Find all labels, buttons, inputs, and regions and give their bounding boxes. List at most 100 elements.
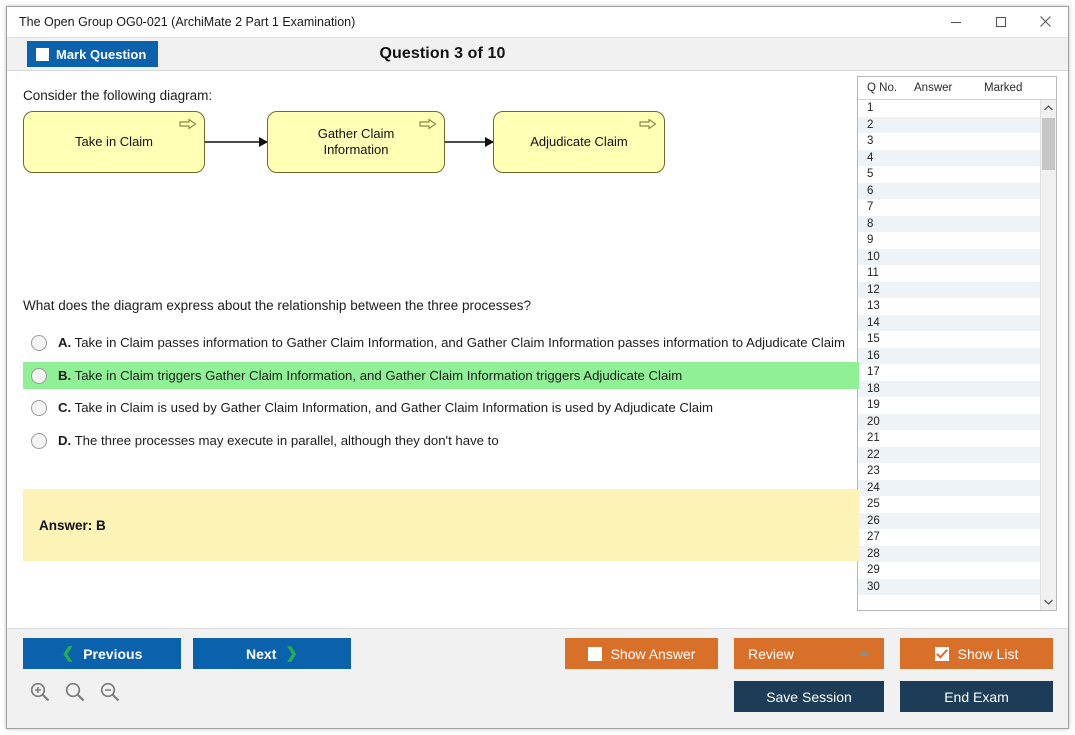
option-letter-c: C. — [58, 400, 72, 416]
option-row-c[interactable]: C. Take in Claim is used by Gather Claim… — [23, 394, 859, 422]
radio-icon-c[interactable] — [31, 400, 47, 417]
question-list-row[interactable]: 24 — [858, 479, 1040, 496]
row-question-number: 16 — [867, 349, 880, 362]
maximize-icon[interactable] — [978, 7, 1023, 36]
scroll-down-icon[interactable] — [1041, 594, 1056, 610]
question-list-header: Q No. Answer Marked — [858, 77, 1056, 100]
title-bar: The Open Group OG0-021 (ArchiMate 2 Part… — [7, 7, 1068, 37]
question-text: What does the diagram express about the … — [23, 298, 532, 313]
previous-button[interactable]: ❮ Previous — [23, 638, 181, 669]
save-session-label: Save Session — [766, 688, 852, 705]
question-list-row[interactable]: 10 — [858, 248, 1040, 265]
question-list-row[interactable]: 17 — [858, 364, 1040, 381]
question-list-rows[interactable]: 1 2 3 4 5 6 7 8 9 10 11 12 13 14 15 16 17 18 19 20 21 22 23 24 2… — [858, 100, 1040, 610]
minimize-icon[interactable] — [933, 7, 978, 36]
question-list-row[interactable]: 21 — [858, 430, 1040, 447]
zoom-out-icon[interactable] — [99, 681, 121, 703]
row-question-number: 2 — [867, 118, 874, 131]
row-question-number: 7 — [867, 201, 874, 214]
question-list-row[interactable]: 25 — [858, 496, 1040, 513]
question-list-row[interactable]: 7 — [858, 199, 1040, 216]
question-list-panel: Q No. Answer Marked 1 2 3 4 5 6 7 8 9 10 11 12 13 14 1… — [857, 76, 1057, 611]
next-label: Next — [246, 645, 277, 662]
row-question-number: 9 — [867, 234, 874, 247]
exam-window: The Open Group OG0-021 (ArchiMate 2 Part… — [6, 6, 1069, 729]
row-question-number: 14 — [867, 316, 880, 329]
scrollbar-thumb[interactable] — [1042, 118, 1055, 170]
question-list-row[interactable]: 12 — [858, 281, 1040, 298]
radio-icon-d[interactable] — [31, 432, 47, 449]
show-answer-button[interactable]: Show Answer — [565, 638, 718, 669]
row-question-number: 24 — [867, 481, 880, 494]
question-list-row[interactable]: 26 — [858, 512, 1040, 529]
question-list-row[interactable]: 14 — [858, 314, 1040, 331]
question-list-row[interactable]: 23 — [858, 463, 1040, 480]
row-question-number: 6 — [867, 184, 874, 197]
process-box-gather-claim-information: Gather Claim Information — [267, 111, 445, 173]
process-arrow-icon — [419, 118, 437, 130]
question-list-row[interactable]: 20 — [858, 413, 1040, 430]
question-list-row[interactable]: 9 — [858, 232, 1040, 249]
question-list-row[interactable]: 30 — [858, 578, 1040, 595]
review-label: Review — [748, 645, 794, 662]
row-question-number: 27 — [867, 531, 880, 544]
footer-toolbar: ❮ Previous Next ❯ Show Answer Review Sho… — [7, 628, 1068, 728]
row-question-number: 17 — [867, 366, 880, 379]
option-row-a[interactable]: A. Take in Claim passes information to G… — [23, 329, 859, 357]
column-header-answer: Answer — [914, 82, 953, 94]
option-body-b: Take in Claim triggers Gather Claim Info… — [74, 367, 683, 383]
question-list-row[interactable]: 3 — [858, 133, 1040, 150]
process-box-label: Gather Claim Information — [317, 125, 395, 157]
row-question-number: 30 — [867, 580, 880, 593]
question-list-row[interactable]: 22 — [858, 446, 1040, 463]
process-arrow-icon — [179, 118, 197, 130]
question-list-row[interactable]: 5 — [858, 166, 1040, 183]
row-question-number: 3 — [867, 135, 874, 148]
zoom-reset-icon[interactable] — [64, 681, 86, 703]
header-band: Mark Question Question 3 of 10 — [7, 37, 1068, 71]
zoom-in-icon[interactable] — [29, 681, 51, 703]
question-list-row[interactable]: 8 — [858, 215, 1040, 232]
show-answer-checkbox-icon[interactable] — [587, 646, 602, 661]
answer-reveal-box: Answer: B — [23, 489, 859, 561]
option-body-c: Take in Claim is used by Gather Claim In… — [74, 400, 714, 416]
row-question-number: 10 — [867, 250, 880, 263]
chevron-up-icon — [858, 650, 870, 656]
radio-icon-a[interactable] — [31, 335, 47, 351]
option-row-d[interactable]: D. The three processes may execute in pa… — [23, 427, 859, 455]
show-list-checkbox-icon[interactable] — [934, 646, 949, 661]
question-list-row[interactable]: 28 — [858, 545, 1040, 562]
show-list-button[interactable]: Show List — [900, 638, 1053, 669]
radio-icon-b[interactable] — [31, 367, 47, 384]
question-counter: Question 3 of 10 — [379, 45, 506, 62]
intro-text: Consider the following diagram: — [23, 88, 213, 103]
question-list-row[interactable]: 1 — [858, 100, 1040, 117]
save-session-button[interactable]: Save Session — [734, 681, 884, 712]
question-list-row[interactable]: 29 — [858, 562, 1040, 579]
question-list-row[interactable]: 15 — [858, 331, 1040, 348]
connector-2 — [445, 137, 494, 147]
scroll-up-icon[interactable] — [1041, 100, 1056, 116]
option-row-b[interactable]: B. Take in Claim triggers Gather Claim I… — [23, 361, 859, 390]
column-header-qno: Q No. — [867, 82, 898, 94]
close-icon[interactable] — [1023, 7, 1068, 36]
row-question-number: 13 — [867, 300, 880, 313]
question-list-row[interactable]: 6 — [858, 182, 1040, 199]
question-list-row[interactable]: 18 — [858, 380, 1040, 397]
process-box-label: Adjudicate Claim — [530, 133, 628, 149]
question-list-row[interactable]: 4 — [858, 149, 1040, 166]
option-letter-b: B. — [58, 367, 72, 383]
question-list-row[interactable]: 11 — [858, 265, 1040, 282]
question-list-row[interactable]: 19 — [858, 397, 1040, 414]
question-list-row[interactable]: 16 — [858, 347, 1040, 364]
review-dropdown[interactable]: Review — [734, 638, 884, 669]
option-letter-a: A. — [58, 335, 72, 350]
process-box-adjudicate-claim: Adjudicate Claim — [493, 111, 665, 173]
row-question-number: 25 — [867, 498, 880, 511]
question-list-row[interactable]: 2 — [858, 116, 1040, 133]
next-button[interactable]: Next ❯ — [193, 638, 351, 669]
question-list-row[interactable]: 13 — [858, 298, 1040, 315]
question-list-scrollbar[interactable] — [1040, 100, 1056, 610]
end-exam-button[interactable]: End Exam — [900, 681, 1053, 712]
question-list-row[interactable]: 27 — [858, 529, 1040, 546]
